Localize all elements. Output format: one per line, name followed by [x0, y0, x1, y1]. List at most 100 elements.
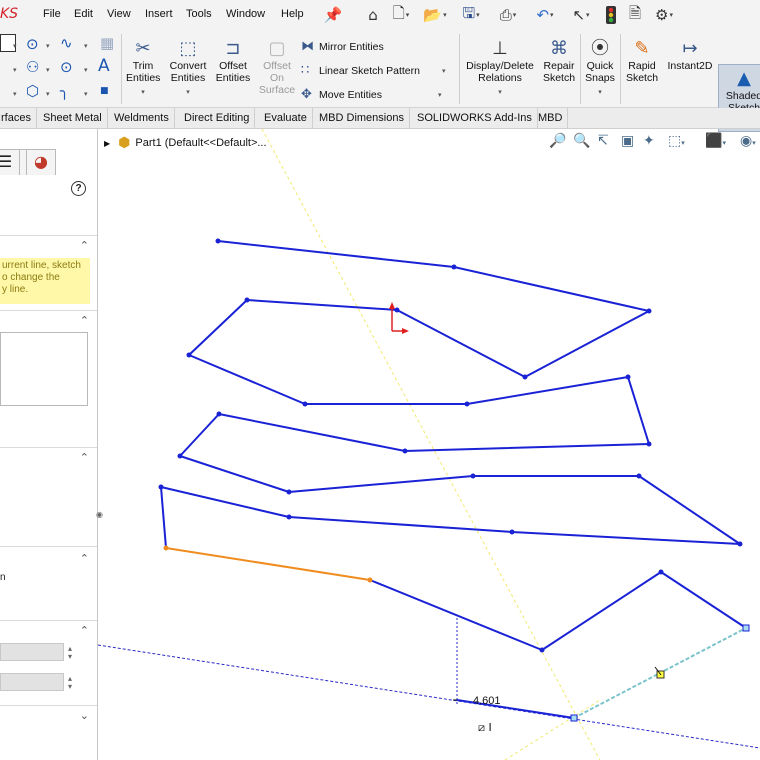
panel-splitter-handle[interactable]: ◉ — [96, 510, 103, 519]
chevron-down-icon[interactable]: ▾ — [46, 42, 50, 50]
feature-tree-flyout[interactable]: ▶ ⬢ Part1 (Default<<Default>... — [104, 135, 267, 151]
menu-tools[interactable]: Tools — [186, 8, 212, 20]
slot-tool-icon[interactable]: ⚇ — [26, 58, 39, 76]
mirror-entities-button[interactable]: ⧓ Mirror Entities — [301, 39, 384, 54]
offset-surface-label: Offset On Surface — [258, 60, 296, 96]
zoom-to-area-icon[interactable]: 🔍 — [573, 133, 590, 149]
message-line: o change the — [2, 272, 60, 283]
ellipse-tool-icon[interactable]: ⊙ — [60, 58, 73, 76]
fillet-tool-icon[interactable]: ╮ — [60, 82, 69, 100]
display-delete-relations-button[interactable]: ⊥ Display/Delete Relations ▾ — [464, 38, 536, 99]
tab-solidworks-add-ins[interactable]: SOLIDWORKS Add-Ins — [412, 108, 538, 129]
move-entities-button[interactable]: ✥ Move Entities ▾ — [301, 87, 442, 102]
chevron-down-icon[interactable]: ▾ — [46, 90, 50, 98]
menu-insert[interactable]: Insert — [145, 8, 173, 20]
select-icon[interactable]: ↖ ▾ — [566, 5, 596, 25]
repair-sketch-icon: ⌘ — [550, 38, 568, 59]
offset-icon: ⊐ — [225, 38, 241, 59]
tab-surfaces[interactable]: rfaces — [0, 108, 37, 129]
chevron-down-icon[interactable]: ▾ — [84, 42, 88, 50]
trim-entities-button[interactable]: ✂ Trim Entities ▾ — [124, 38, 162, 99]
selected-vertex — [163, 545, 169, 551]
print-icon[interactable]: ⎙ ▾ — [493, 5, 523, 25]
polygon-tool-icon[interactable]: ⬡ — [26, 82, 39, 100]
spinner-icon[interactable]: ▴ ▾ — [68, 675, 72, 691]
quick-snaps-button[interactable]: ⦿ Quick Snaps ▾ — [583, 38, 617, 99]
grid-tool-icon[interactable]: ▦ — [100, 34, 114, 52]
menu-edit[interactable]: Edit — [74, 8, 93, 20]
menu-help[interactable]: Help — [281, 8, 304, 20]
display-style-icon[interactable]: ⬛▾ — [705, 133, 726, 149]
chevron-down-icon[interactable]: ▾ — [13, 66, 17, 74]
selection-list-box[interactable] — [0, 332, 88, 406]
collapse-chevron-icon[interactable]: ⌃ — [80, 451, 89, 464]
display-manager-color-icon[interactable]: ◕ — [26, 149, 56, 175]
offset-on-surface-button[interactable]: ▢ Offset On Surface — [256, 38, 298, 96]
dynamic-annotation-icon[interactable]: ✦ — [643, 133, 655, 149]
text-tool-icon[interactable]: A — [98, 56, 110, 76]
chevron-down-icon[interactable]: ▾ — [46, 66, 50, 74]
pin-icon[interactable]: 📌 — [324, 5, 343, 25]
repair-sketch-button[interactable]: ⌘ Repair Sketch — [540, 38, 578, 84]
collapse-chevron-icon[interactable]: ⌃ — [80, 624, 89, 637]
collapse-chevron-icon[interactable]: ⌃ — [80, 314, 89, 327]
rapid-sketch-label: Rapid Sketch — [625, 60, 659, 84]
instant2d-button[interactable]: ↦ Instant2D — [665, 38, 715, 72]
spline-tool-icon[interactable]: ∿ — [60, 34, 73, 52]
collapse-chevron-icon[interactable]: ⌃ — [80, 239, 89, 252]
hide-show-items-icon[interactable]: ◉▾ — [740, 133, 756, 149]
open-icon[interactable]: 📂 ▾ — [420, 5, 450, 25]
collapse-chevron-icon[interactable]: ⌃ — [80, 552, 89, 565]
home-icon[interactable]: ⌂ — [362, 5, 384, 25]
convert-entities-icon: ⬚ — [179, 38, 197, 59]
tab-weldments[interactable]: Weldments — [109, 108, 175, 129]
undo-icon[interactable]: ↶ ▾ — [530, 5, 560, 25]
rapid-sketch-button[interactable]: ✎ Rapid Sketch — [623, 38, 661, 84]
move-label: Move Entities — [319, 88, 383, 101]
zoom-to-fit-icon[interactable]: 🔎 — [549, 133, 566, 149]
menu-file[interactable]: File — [43, 8, 61, 20]
tab-mbd[interactable]: MBD — [533, 108, 569, 129]
previous-view-icon[interactable]: ↸ — [597, 133, 609, 149]
chevron-down-icon[interactable]: ▾ — [13, 42, 17, 50]
view-orientation-icon[interactable]: ⬚▾ — [668, 133, 685, 149]
shaded-contours-icon: ▲ — [737, 68, 751, 89]
options-gear-icon[interactable]: ⚙ ▾ — [650, 5, 678, 25]
tab-mbd-dimensions[interactable]: MBD Dimensions — [314, 108, 410, 129]
endpoint-handle[interactable] — [570, 714, 578, 722]
chevron-down-icon: ▾ — [141, 89, 145, 96]
circle-tool-icon[interactable]: ⊙ — [26, 35, 39, 53]
expand-chevron-icon[interactable]: ⌄ — [80, 709, 89, 722]
save-icon[interactable]: 🖫 ▾ — [456, 4, 486, 25]
spinner-icon[interactable]: ▴ ▾ — [68, 645, 72, 661]
traffic-light-icon[interactable] — [604, 5, 618, 25]
tab-direct-editing[interactable]: Direct Editing — [179, 108, 256, 129]
chevron-down-icon[interactable]: ▾ — [84, 90, 88, 98]
parameter-field-2[interactable] — [0, 673, 64, 691]
menu-window[interactable]: Window — [226, 8, 265, 20]
new-document-icon[interactable]: 🗋 ▾ — [388, 4, 414, 25]
endpoint-handle[interactable] — [742, 624, 750, 632]
convert-entities-button[interactable]: ⬚ Convert Entities ▾ — [166, 38, 210, 99]
property-manager-tab[interactable]: ☰ — [0, 149, 20, 175]
instant2d-label: Instant2D — [667, 60, 713, 72]
tab-evaluate[interactable]: Evaluate — [259, 108, 313, 129]
sketch-polyline-tail[interactable] — [369, 571, 747, 651]
menu-view[interactable]: View — [107, 8, 131, 20]
offset-entities-button[interactable]: ⊐ Offset Entities — [212, 38, 254, 84]
mirror-label: Mirror Entities — [319, 40, 384, 53]
file-properties-icon[interactable]: 🗎 — [626, 4, 644, 25]
help-icon[interactable]: ? — [71, 181, 86, 196]
chevron-down-icon[interactable]: ▾ — [13, 90, 17, 98]
point-tool-icon[interactable]: ■ — [100, 86, 109, 96]
linear-sketch-pattern-button[interactable]: ∷ Linear Sketch Pattern ▾ — [301, 63, 446, 78]
rapid-sketch-icon: ✎ — [634, 38, 650, 59]
origin-x-arrow — [402, 328, 409, 334]
expand-arrow-icon[interactable]: ▶ — [104, 139, 110, 148]
chevron-down-icon[interactable]: ▾ — [84, 66, 88, 74]
selected-sketch-segment[interactable] — [165, 547, 371, 581]
parameter-field-1[interactable] — [0, 643, 64, 661]
sketch-polyline[interactable] — [160, 240, 741, 549]
tab-sheet-metal[interactable]: Sheet Metal — [38, 108, 108, 129]
section-view-icon[interactable]: ▣ — [621, 133, 634, 149]
